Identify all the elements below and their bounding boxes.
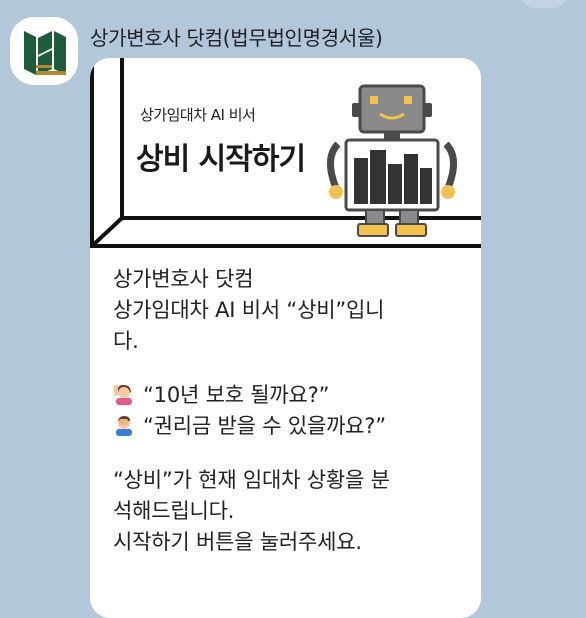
- message-card: 상가임대차 AI 비서 상비 시작하기 상가변호사 닷컴 상가임대차 AI 비서…: [90, 58, 481, 618]
- person-facepalming-emoji: [116, 416, 132, 436]
- message-line: 석해드립니다.: [113, 499, 235, 523]
- message-line: 상가변호사 닷컴: [113, 267, 254, 291]
- question-1: “10년 보호 될까요?”: [143, 383, 330, 407]
- woman-raising-hand-emoji: [114, 384, 132, 405]
- question-line: “10년 보호 될까요?”: [113, 380, 463, 411]
- message-line: 시작하기 버튼을 눌러주세요.: [113, 530, 362, 554]
- question-line: “권리금 받을 수 있을까요?”: [113, 411, 463, 442]
- sender-name: 상가변호사 닷컴(법무법인명경서울): [90, 26, 383, 50]
- message-body: 상가변호사 닷컴 상가임대차 AI 비서 “상비”입니 다. “10년 보호 될…: [113, 264, 463, 558]
- banner-title: 상비 시작하기: [136, 142, 306, 177]
- message-line: 상가임대차 AI 비서 “상비”입니: [113, 298, 385, 322]
- message-line: 다.: [113, 329, 139, 353]
- top-decoration: [522, 0, 566, 8]
- robot-illustration: [327, 84, 457, 237]
- law-firm-logo-icon: [10, 17, 78, 85]
- card-banner[interactable]: 상가임대차 AI 비서 상비 시작하기: [90, 58, 481, 248]
- message-line: “상비”가 현재 임대차 상황을 분: [113, 468, 390, 492]
- banner-subtitle: 상가임대차 AI 비서: [140, 106, 256, 124]
- sender-avatar[interactable]: [10, 17, 78, 85]
- question-2: “권리금 받을 수 있을까요?”: [143, 414, 386, 438]
